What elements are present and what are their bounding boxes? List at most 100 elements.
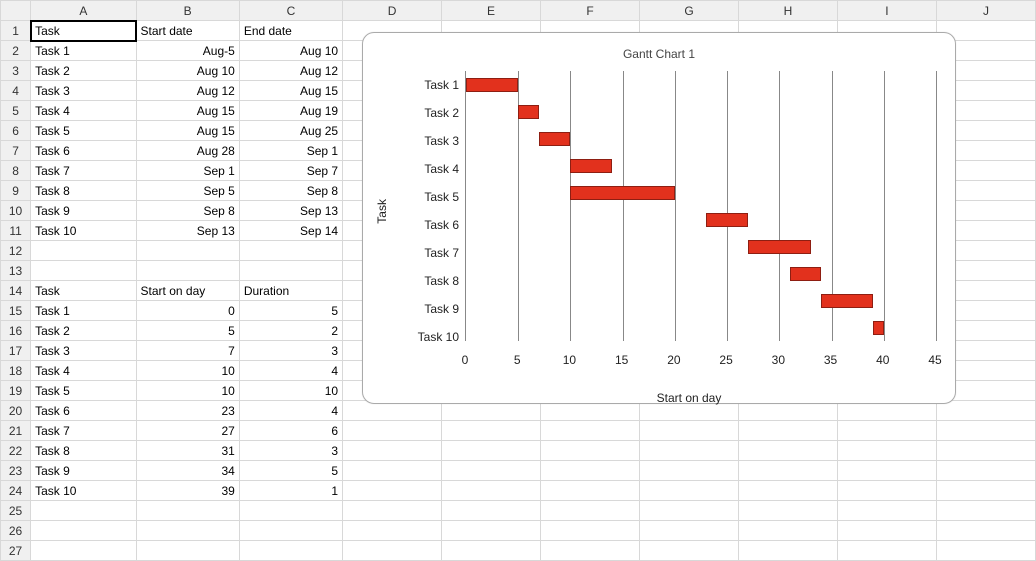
cell-B13[interactable] <box>136 261 239 281</box>
cell-C24[interactable]: 1 <box>239 481 342 501</box>
cell-J27[interactable] <box>936 541 1035 561</box>
row-header-13[interactable]: 13 <box>1 261 31 281</box>
col-header-B[interactable]: B <box>136 1 239 21</box>
cell-D23[interactable] <box>343 461 442 481</box>
row-header-15[interactable]: 15 <box>1 301 31 321</box>
row-header-4[interactable]: 4 <box>1 81 31 101</box>
cell-B5[interactable]: Aug 15 <box>136 101 239 121</box>
cell-J25[interactable] <box>936 501 1035 521</box>
cell-I23[interactable] <box>837 461 936 481</box>
cell-J20[interactable] <box>936 401 1035 421</box>
row-header-26[interactable]: 26 <box>1 521 31 541</box>
cell-H24[interactable] <box>738 481 837 501</box>
cell-G27[interactable] <box>640 541 739 561</box>
chart-bar[interactable] <box>539 132 570 146</box>
cell-B19[interactable]: 10 <box>136 381 239 401</box>
cell-C8[interactable]: Sep 7 <box>239 161 342 181</box>
cell-D24[interactable] <box>343 481 442 501</box>
cell-C20[interactable]: 4 <box>239 401 342 421</box>
cell-A26[interactable] <box>31 521 136 541</box>
cell-A7[interactable]: Task 6 <box>31 141 136 161</box>
cell-H22[interactable] <box>738 441 837 461</box>
cell-C4[interactable]: Aug 15 <box>239 81 342 101</box>
chart-bar[interactable] <box>873 321 883 335</box>
cell-A24[interactable]: Task 10 <box>31 481 136 501</box>
cell-B6[interactable]: Aug 15 <box>136 121 239 141</box>
select-all-corner[interactable] <box>1 1 31 21</box>
cell-A21[interactable]: Task 7 <box>31 421 136 441</box>
row-header-14[interactable]: 14 <box>1 281 31 301</box>
row-header-5[interactable]: 5 <box>1 101 31 121</box>
cell-A18[interactable]: Task 4 <box>31 361 136 381</box>
cell-B4[interactable]: Aug 12 <box>136 81 239 101</box>
col-header-I[interactable]: I <box>837 1 936 21</box>
cell-B20[interactable]: 23 <box>136 401 239 421</box>
cell-B23[interactable]: 34 <box>136 461 239 481</box>
cell-C2[interactable]: Aug 10 <box>239 41 342 61</box>
cell-C7[interactable]: Sep 1 <box>239 141 342 161</box>
cell-E27[interactable] <box>442 541 541 561</box>
row-header-6[interactable]: 6 <box>1 121 31 141</box>
cell-H21[interactable] <box>738 421 837 441</box>
row-header-27[interactable]: 27 <box>1 541 31 561</box>
cell-B15[interactable]: 0 <box>136 301 239 321</box>
row-header-20[interactable]: 20 <box>1 401 31 421</box>
cell-H27[interactable] <box>738 541 837 561</box>
cell-A17[interactable]: Task 3 <box>31 341 136 361</box>
row-header-8[interactable]: 8 <box>1 161 31 181</box>
col-header-G[interactable]: G <box>640 1 739 21</box>
cell-B26[interactable] <box>136 521 239 541</box>
cell-A11[interactable]: Task 10 <box>31 221 136 241</box>
cell-C21[interactable]: 6 <box>239 421 342 441</box>
cell-H26[interactable] <box>738 521 837 541</box>
cell-C1[interactable]: End date <box>239 21 342 41</box>
row-header-7[interactable]: 7 <box>1 141 31 161</box>
row-header-2[interactable]: 2 <box>1 41 31 61</box>
cell-B21[interactable]: 27 <box>136 421 239 441</box>
cell-B11[interactable]: Sep 13 <box>136 221 239 241</box>
cell-B7[interactable]: Aug 28 <box>136 141 239 161</box>
cell-B24[interactable]: 39 <box>136 481 239 501</box>
col-header-F[interactable]: F <box>541 1 640 21</box>
cell-E26[interactable] <box>442 521 541 541</box>
cell-C15[interactable]: 5 <box>239 301 342 321</box>
cell-C18[interactable]: 4 <box>239 361 342 381</box>
cell-B18[interactable]: 10 <box>136 361 239 381</box>
cell-E23[interactable] <box>442 461 541 481</box>
cell-F25[interactable] <box>541 501 640 521</box>
cell-A15[interactable]: Task 1 <box>31 301 136 321</box>
cell-I21[interactable] <box>837 421 936 441</box>
cell-G26[interactable] <box>640 521 739 541</box>
col-header-H[interactable]: H <box>738 1 837 21</box>
cell-I24[interactable] <box>837 481 936 501</box>
cell-A12[interactable] <box>31 241 136 261</box>
chart-bar[interactable] <box>790 267 821 281</box>
cell-I27[interactable] <box>837 541 936 561</box>
row-header-17[interactable]: 17 <box>1 341 31 361</box>
cell-A25[interactable] <box>31 501 136 521</box>
cell-C26[interactable] <box>239 521 342 541</box>
cell-F27[interactable] <box>541 541 640 561</box>
cell-B25[interactable] <box>136 501 239 521</box>
cell-A1[interactable]: Task <box>31 21 136 41</box>
cell-C17[interactable]: 3 <box>239 341 342 361</box>
cell-I26[interactable] <box>837 521 936 541</box>
cell-B1[interactable]: Start date <box>136 21 239 41</box>
cell-C23[interactable]: 5 <box>239 461 342 481</box>
cell-G23[interactable] <box>640 461 739 481</box>
cell-A14[interactable]: Task <box>31 281 136 301</box>
cell-E21[interactable] <box>442 421 541 441</box>
cell-C27[interactable] <box>239 541 342 561</box>
cell-I25[interactable] <box>837 501 936 521</box>
chart-bar[interactable] <box>821 294 873 308</box>
cell-B22[interactable]: 31 <box>136 441 239 461</box>
cell-A23[interactable]: Task 9 <box>31 461 136 481</box>
row-header-19[interactable]: 19 <box>1 381 31 401</box>
cell-H25[interactable] <box>738 501 837 521</box>
cell-J22[interactable] <box>936 441 1035 461</box>
cell-F26[interactable] <box>541 521 640 541</box>
cell-B16[interactable]: 5 <box>136 321 239 341</box>
row-header-1[interactable]: 1 <box>1 21 31 41</box>
cell-A2[interactable]: Task 1 <box>31 41 136 61</box>
cell-G24[interactable] <box>640 481 739 501</box>
